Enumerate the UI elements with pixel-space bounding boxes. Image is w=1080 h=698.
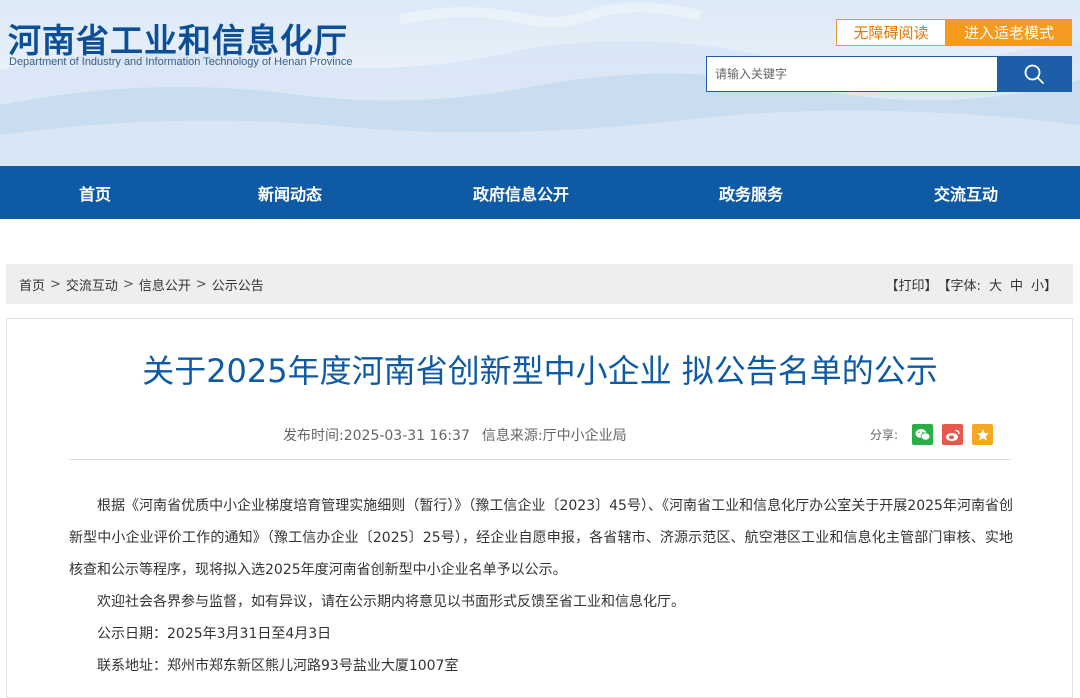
search-box — [706, 56, 1072, 92]
breadcrumb-separator: > — [50, 276, 61, 292]
article-title: 关于2025年度河南省创新型中小企业 拟公告名单的公示 — [142, 352, 938, 390]
search-icon — [1024, 64, 1044, 84]
barrier-free-button[interactable]: 无障碍阅读 — [836, 19, 946, 46]
breadcrumb-bar: 首页 > 交流互动 > 信息公开 > 公示公告 【打印】 【字体: 大 中 小 … — [6, 264, 1073, 304]
share-bar: 分享: — [870, 424, 994, 445]
breadcrumb-separator: > — [122, 276, 134, 292]
article-paragraph: 欢迎社会各界参与监督，如有异议，请在公示期内将意见以书面形式反馈至省工业和信息化… — [97, 594, 685, 610]
wechat-icon — [915, 428, 930, 440]
article-paragraph: 根据《河南省优质中小企业梯度培育管理实施细则（暂行）》（豫工信企业〔2023〕4… — [69, 498, 1013, 578]
font-large-button[interactable]: 大 — [989, 275, 1002, 294]
star-icon — [976, 428, 989, 440]
nav-item-services[interactable]: 政务服务 — [695, 166, 807, 219]
source-value: 厅中小企业局 — [542, 428, 627, 444]
page-tools: 【打印】 【字体: 大 中 小 】 — [886, 264, 1057, 304]
weibo-icon — [945, 429, 960, 441]
breadcrumb: 首页 > 交流互动 > 信息公开 > 公示公告 — [19, 264, 264, 304]
article-paragraph: 联系地址：郑州市郑东新区熊儿河路93号盐业大厦1007室 — [97, 658, 459, 674]
font-medium-button[interactable]: 中 — [1010, 275, 1023, 294]
article-paragraph: 公示日期：2025年3月31日至4月3日 — [97, 626, 332, 642]
nav-item-home[interactable]: 首页 — [45, 166, 145, 219]
print-button[interactable]: 【打印】 — [886, 275, 938, 294]
breadcrumb-notice[interactable]: 公示公告 — [212, 275, 264, 294]
font-close-bracket: 】 — [1043, 278, 1057, 294]
header-banner: 河南省工业和信息化厅 Department of Industry and In… — [0, 0, 1080, 166]
search-input[interactable] — [707, 57, 997, 91]
nav-item-gov-info[interactable]: 政府信息公开 — [450, 166, 592, 219]
source-label: 信息来源: — [481, 428, 543, 444]
meta-divider — [69, 459, 1011, 460]
search-button[interactable] — [997, 57, 1071, 91]
main-nav: 首页 新闻动态 政府信息公开 政务服务 交流互动 — [0, 166, 1080, 219]
breadcrumb-separator: > — [195, 276, 207, 292]
breadcrumb-info-public[interactable]: 信息公开 — [139, 275, 191, 294]
publish-time-label: 发布时间: — [283, 428, 344, 444]
elder-mode-button[interactable]: 进入适老模式 — [946, 19, 1072, 46]
breadcrumb-home[interactable]: 首页 — [19, 275, 45, 294]
article-body: 根据《河南省优质中小企业梯度培育管理实施细则（暂行）》（豫工信企业〔2023〕4… — [69, 490, 1013, 682]
font-size-label: 【字体: — [937, 278, 981, 294]
mode-buttons: 无障碍阅读 进入适老模式 — [836, 19, 1072, 46]
favorite-button[interactable] — [972, 424, 994, 445]
breadcrumb-interaction[interactable]: 交流互动 — [66, 275, 118, 294]
weibo-share-button[interactable] — [942, 424, 964, 445]
site-subtitle: Department of Industry and Information T… — [9, 56, 353, 68]
share-label: 分享: — [870, 428, 899, 442]
nav-item-news[interactable]: 新闻动态 — [230, 166, 350, 219]
font-small-button[interactable]: 小 — [1031, 275, 1044, 294]
publish-time: 2025-03-31 16:37 — [343, 428, 470, 444]
article-meta: 发布时间:2025-03-31 16:37 信息来源:厅中小企业局 — [283, 425, 627, 445]
site-title: 河南省工业和信息化厅 — [8, 21, 348, 60]
wechat-share-button[interactable] — [912, 424, 934, 445]
nav-item-interaction[interactable]: 交流互动 — [910, 166, 1022, 219]
